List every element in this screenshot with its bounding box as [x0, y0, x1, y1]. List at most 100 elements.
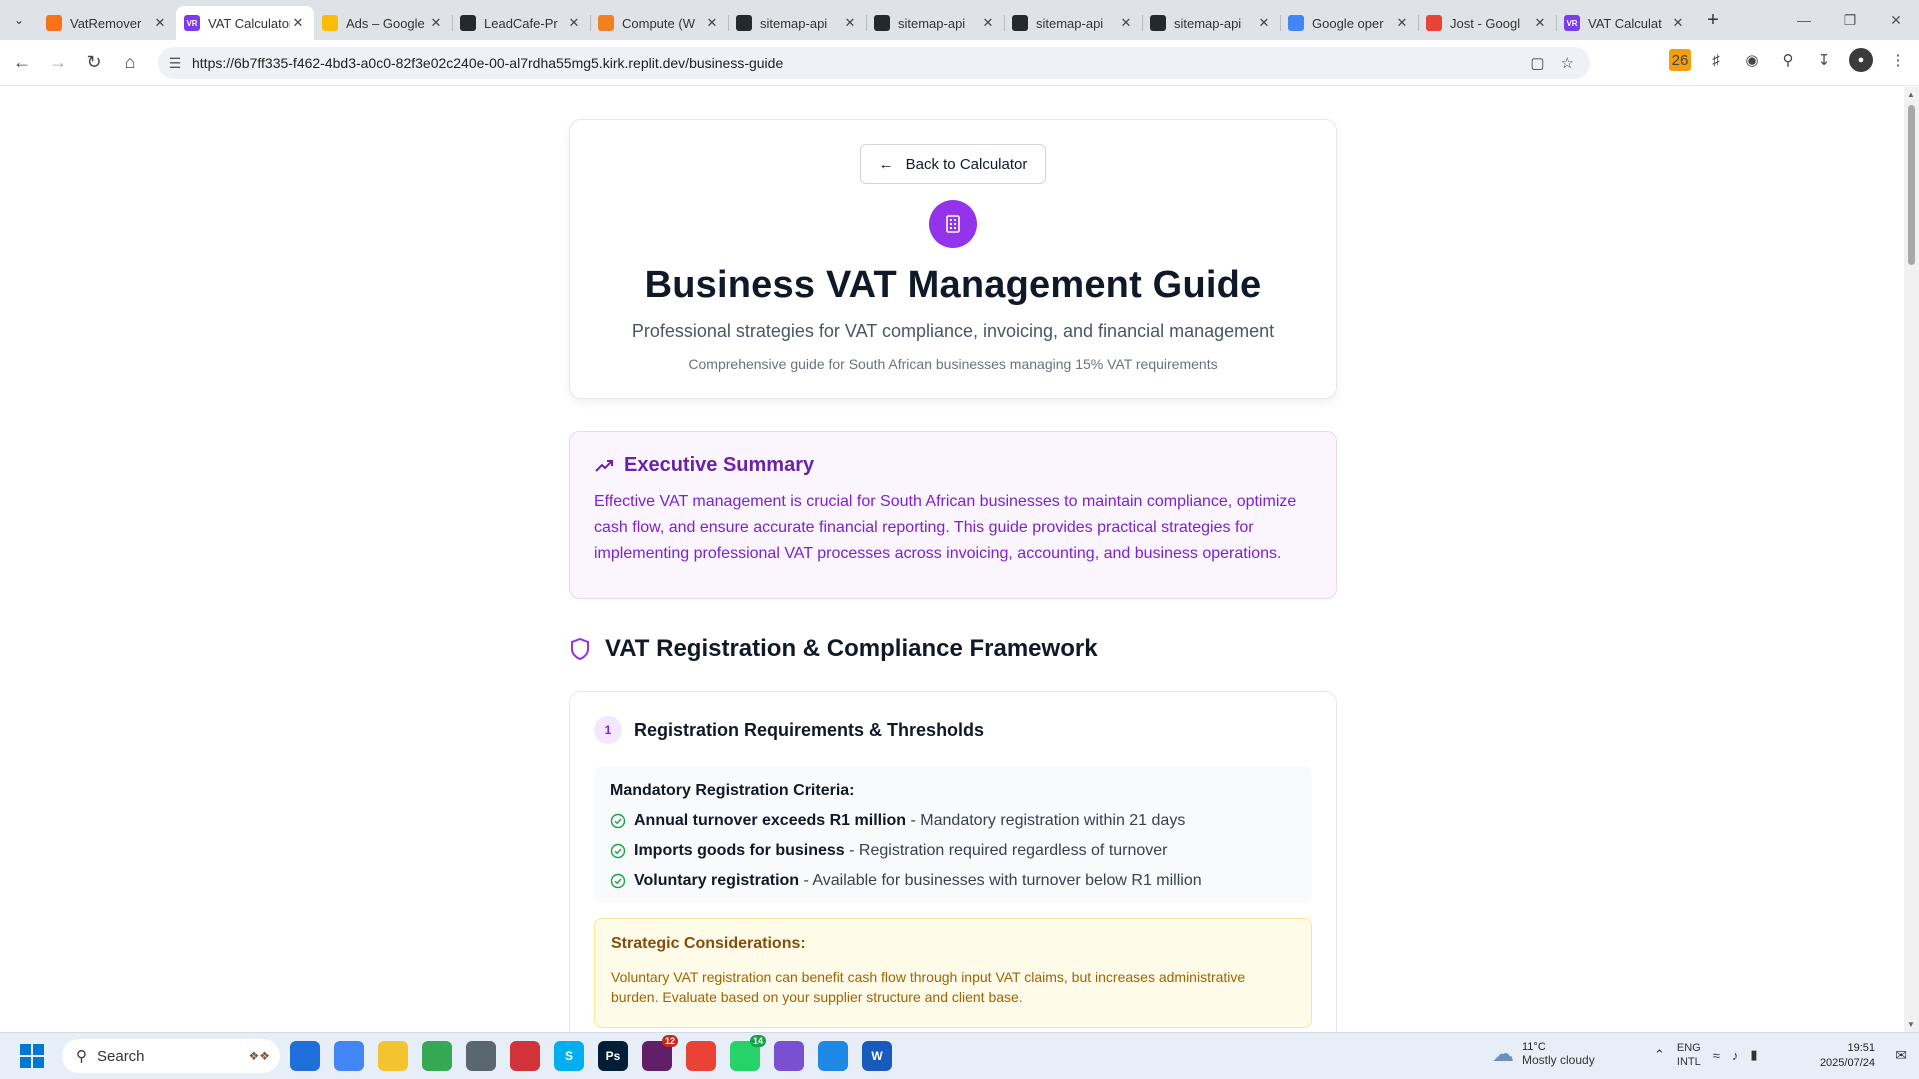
criteria-text: Voluntary registration - Available for b… — [634, 872, 1202, 890]
browser-tab[interactable]: VR VAT Calculator ✕ — [176, 6, 314, 40]
close-tab-icon[interactable]: ✕ — [1394, 15, 1410, 31]
browser-tab[interactable]: sitemap-api ✕ — [1004, 6, 1142, 40]
step-title: Registration Requirements & Thresholds — [634, 719, 985, 740]
taskbar-search[interactable]: ⚲ Search ❖❖ — [62, 1039, 280, 1073]
scroll-up-arrow[interactable]: ▲ — [1907, 90, 1915, 99]
clock[interactable]: 19:51 2025/07/24 — [1820, 1041, 1875, 1071]
back-nav-icon[interactable]: ← — [4, 45, 40, 81]
menu-kebab-icon[interactable]: ⋮ — [1887, 49, 1909, 71]
snipping-tool-app[interactable] — [510, 1041, 540, 1071]
notification-badge: 12 — [661, 1035, 678, 1047]
bookmark-star-icon[interactable]: ☆ — [1561, 54, 1574, 72]
back-to-calculator-button[interactable]: ← Back to Calculator — [859, 144, 1047, 184]
criteria-bold: Voluntary registration — [634, 872, 800, 889]
arrow-left-icon: ← — [878, 155, 894, 173]
close-tab-icon[interactable]: ✕ — [566, 15, 582, 31]
tab-title: sitemap-api — [898, 15, 966, 31]
google-drive-app[interactable] — [422, 1041, 452, 1071]
home-icon[interactable]: ⌂ — [112, 45, 148, 81]
calculator-app[interactable] — [466, 1041, 496, 1071]
windows-start-icon[interactable] — [20, 1044, 44, 1068]
close-tab-icon[interactable]: ✕ — [290, 15, 306, 31]
browser-tab[interactable]: LeadCafe-Pr ✕ — [452, 6, 590, 40]
download-icon[interactable]: ↧ — [1813, 49, 1835, 71]
password-key-icon[interactable]: ⚲ — [1777, 49, 1799, 71]
weather-widget[interactable]: ☁ 11°C Mostly cloudy — [1492, 1041, 1595, 1067]
github-favicon — [460, 15, 476, 31]
tab-title: VAT Calculator — [208, 15, 290, 31]
scrollbar-thumb[interactable] — [1908, 105, 1915, 265]
browser-tab[interactable]: sitemap-api ✕ — [866, 6, 1004, 40]
incognito-icon[interactable]: ◉ — [1741, 49, 1763, 71]
minimize-button[interactable]: — — [1781, 0, 1827, 40]
page-scrollbar[interactable]: ▲ ▼ — [1904, 87, 1919, 1032]
close-tab-icon[interactable]: ✕ — [1118, 15, 1134, 31]
close-tab-icon[interactable]: ✕ — [1256, 15, 1272, 31]
url-text[interactable]: https://6b7ff335-f462-4bd3-a0c0-82f3e02c… — [192, 55, 1530, 71]
close-tab-icon[interactable]: ✕ — [704, 15, 720, 31]
edge-app[interactable] — [290, 1041, 320, 1071]
wifi-icon[interactable]: ≈ — [1713, 1048, 1720, 1063]
system-tray: ⌃ ENG INTL ≈ ♪ ▮ — [1654, 1041, 1758, 1069]
browser-tab[interactable]: sitemap-api ✕ — [1142, 6, 1280, 40]
language-indicator[interactable]: ENG INTL — [1677, 1041, 1701, 1069]
strategic-box: Strategic Considerations: Voluntary VAT … — [594, 918, 1312, 1028]
skype-app[interactable]: S — [554, 1041, 584, 1071]
page-title: Business VAT Management Guide — [644, 264, 1262, 306]
tab-title: sitemap-api — [760, 15, 828, 31]
forward-nav-icon[interactable]: → — [40, 45, 76, 81]
notification-bell-icon[interactable]: ✉ — [1895, 1047, 1907, 1064]
browser-tab[interactable]: sitemap-api ✕ — [728, 6, 866, 40]
new-tab-button[interactable]: + — [1698, 9, 1728, 32]
close-tab-icon[interactable]: ✕ — [980, 15, 996, 31]
tab-title: Compute (W — [622, 15, 695, 31]
file-explorer-app[interactable] — [378, 1041, 408, 1071]
slack-app[interactable]: 12 — [642, 1035, 678, 1071]
chevron-up-icon[interactable]: ⌃ — [1654, 1047, 1665, 1063]
install-app-icon[interactable]: ▢ — [1530, 54, 1544, 72]
browser-tab[interactable]: Ads – Google ✕ — [314, 6, 452, 40]
extension-icon[interactable]: 26 — [1669, 49, 1691, 71]
restore-button[interactable]: ❐ — [1827, 0, 1873, 40]
guide-content: ← Back to Calculator Business VAT Manage… — [569, 119, 1337, 1032]
site-info-icon[interactable]: ☰ — [158, 55, 192, 72]
notification-badge: 14 — [749, 1035, 766, 1047]
close-tab-icon[interactable]: ✕ — [1532, 15, 1548, 31]
cloud-icon: ☁ — [1492, 1041, 1514, 1066]
notepad-app[interactable] — [818, 1041, 848, 1071]
close-window-button[interactable]: ✕ — [1873, 0, 1919, 40]
section-heading-text: VAT Registration & Compliance Framework — [605, 635, 1098, 662]
visual-studio-app[interactable] — [774, 1041, 804, 1071]
search-highlight-icon: ❖❖ — [248, 1049, 270, 1063]
profile-avatar[interactable]: ● — [1849, 48, 1873, 72]
close-tab-icon[interactable]: ✕ — [842, 15, 858, 31]
word-app[interactable]: W — [862, 1041, 892, 1071]
browser-tab[interactable]: Jost - Googl ✕ — [1418, 6, 1556, 40]
browser-tab[interactable]: Compute (W ✕ — [590, 6, 728, 40]
close-tab-icon[interactable]: ✕ — [152, 15, 168, 31]
battery-icon[interactable]: ▮ — [1750, 1047, 1757, 1063]
reload-icon[interactable]: ↻ — [76, 45, 112, 81]
criteria-title: Mandatory Registration Criteria: — [610, 782, 855, 799]
building-icon — [929, 200, 977, 248]
whatsapp-app[interactable]: 14 — [730, 1035, 766, 1071]
google-ads-app[interactable] — [334, 1041, 364, 1071]
close-tab-icon[interactable]: ✕ — [428, 15, 444, 31]
extensions-puzzle-icon[interactable]: ♯ — [1705, 49, 1727, 71]
criteria-box: Mandatory Registration Criteria: Annual … — [594, 766, 1312, 902]
tab-title: Google oper — [1312, 15, 1384, 31]
cloudflare-favicon — [598, 15, 614, 31]
tab-search-button[interactable]: ⌄ — [0, 0, 38, 40]
check-circle-icon — [610, 873, 626, 889]
search-icon: ⚲ — [76, 1048, 87, 1065]
browser-tab[interactable]: Google oper ✕ — [1280, 6, 1418, 40]
address-bar[interactable]: ☰ https://6b7ff335-f462-4bd3-a0c0-82f3e0… — [158, 47, 1590, 79]
volume-icon[interactable]: ♪ — [1732, 1048, 1739, 1063]
browser-tab[interactable]: VR VAT Calculat ✕ — [1556, 6, 1694, 40]
close-tab-icon[interactable]: ✕ — [1670, 15, 1686, 31]
photoshop-app[interactable]: Ps — [598, 1041, 628, 1071]
scroll-down-arrow[interactable]: ▼ — [1907, 1020, 1915, 1029]
browser-tab[interactable]: VatRemover ✕ — [38, 6, 176, 40]
chrome-app[interactable] — [686, 1041, 716, 1071]
criteria-item: Voluntary registration - Available for b… — [610, 872, 1296, 890]
